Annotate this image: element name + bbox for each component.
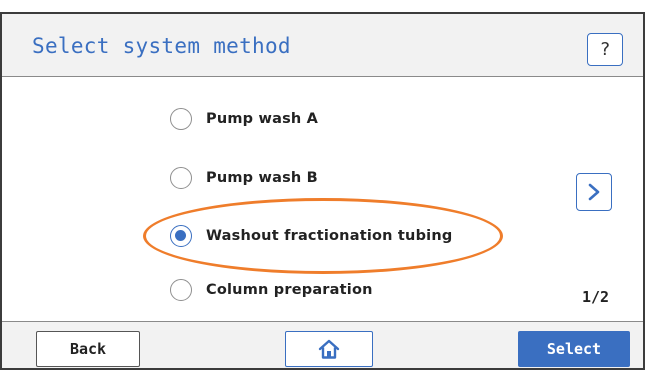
back-button[interactable]: Back	[36, 331, 140, 367]
radio-button[interactable]	[170, 108, 192, 130]
page-indicator: 1/2	[582, 288, 610, 306]
method-option-washout-fractionation-tubing[interactable]: Washout fractionation tubing	[170, 222, 452, 250]
radio-button[interactable]	[170, 167, 192, 189]
chevron-right-icon	[588, 183, 600, 201]
radio-button[interactable]	[170, 279, 192, 301]
method-label: Pump wash A	[206, 111, 319, 127]
method-option-pump-wash-b[interactable]: Pump wash B	[170, 164, 318, 192]
home-icon	[318, 339, 340, 359]
method-label: Pump wash B	[206, 170, 318, 186]
home-button[interactable]	[285, 331, 373, 367]
method-label: Washout fractionation tubing	[206, 228, 453, 244]
header-bar: Select system method ?	[2, 14, 643, 77]
footer-bar: Back Select	[2, 321, 643, 368]
radio-button-selected[interactable]	[170, 225, 192, 247]
help-button[interactable]: ?	[587, 33, 623, 66]
method-option-column-preparation[interactable]: Column preparation	[170, 276, 373, 304]
instrument-screen: Select system method ? Pump wash A Pump …	[0, 12, 645, 370]
page-title: Select system method	[32, 34, 291, 58]
next-page-button[interactable]	[576, 173, 612, 211]
method-label: Column preparation	[206, 282, 373, 298]
method-option-pump-wash-a[interactable]: Pump wash A	[170, 105, 318, 133]
select-button[interactable]: Select	[518, 331, 630, 367]
